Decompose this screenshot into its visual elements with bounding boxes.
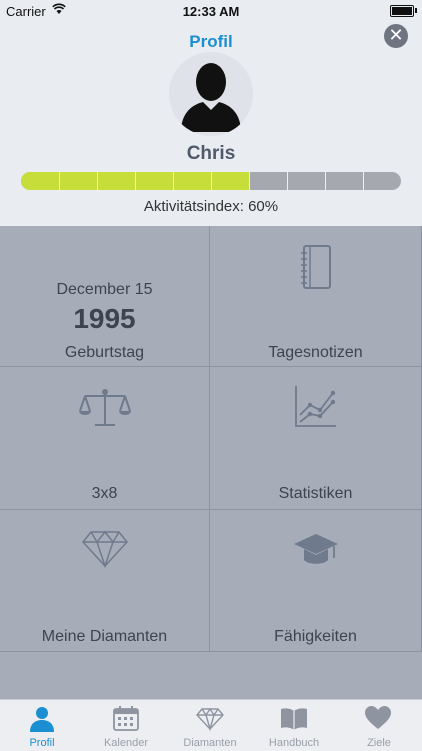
- diamond-icon: [196, 704, 224, 732]
- stats-tile[interactable]: Statistiken: [210, 367, 422, 510]
- birthday-label: Geburtstag: [64, 344, 145, 361]
- avatar[interactable]: [169, 52, 253, 136]
- activity-progress-bar: [21, 172, 401, 190]
- progress-segment-divider: [59, 172, 60, 190]
- progress-segment-divider: [249, 172, 250, 190]
- progress-segment-divider: [287, 172, 288, 190]
- stats-label: Statistiken: [278, 485, 353, 502]
- status-bar: Carrier 12:33 AM: [0, 0, 422, 22]
- progress-segment-divider: [173, 172, 174, 190]
- clock: 12:33 AM: [182, 4, 240, 19]
- tab-profil[interactable]: Profil: [0, 700, 84, 751]
- page-title: Profil: [189, 32, 233, 51]
- skills-label: Fähigkeiten: [274, 628, 357, 645]
- heart-icon: [364, 704, 392, 732]
- tab-bar: Profil Kalender Diamanten Handbuch Ziele: [0, 699, 422, 751]
- birthday-tile[interactable]: December 15 1995 Geburtstag: [0, 226, 210, 367]
- person-icon: [28, 704, 56, 732]
- progress-segment-divider: [135, 172, 136, 190]
- skills-tile[interactable]: Fähigkeiten: [210, 510, 422, 652]
- activity-index-label: Aktivitätsindex: 60%: [143, 198, 279, 215]
- progress-segment-divider: [363, 172, 364, 190]
- user-name: Chris: [186, 143, 236, 164]
- chart-icon: [293, 383, 339, 434]
- tab-ziele[interactable]: Ziele: [336, 700, 422, 751]
- tab-label: Kalender: [103, 737, 149, 749]
- tab-label: Ziele: [367, 737, 391, 749]
- diamond-icon: [81, 530, 129, 573]
- person-silhouette-icon: [181, 63, 241, 132]
- graduation-cap-icon: [292, 532, 340, 573]
- progress-segment-divider: [97, 172, 98, 190]
- birthday-year: 1995: [73, 303, 136, 334]
- birthday-date: December 15: [56, 281, 153, 298]
- tab-label: Handbuch: [268, 737, 320, 749]
- progress-segment-divider: [325, 172, 326, 190]
- tab-kalender[interactable]: Kalender: [84, 700, 168, 751]
- battery-icon: [390, 5, 414, 17]
- tab-label: Diamanten: [183, 737, 237, 749]
- calendar-icon: [112, 704, 140, 732]
- tab-diamanten[interactable]: Diamanten: [168, 700, 252, 751]
- book-icon: [280, 704, 308, 732]
- profile-header: Profil ✕ Chris Aktivitätsindex: 60%: [0, 22, 422, 226]
- close-button[interactable]: ✕: [384, 24, 408, 48]
- notes-tile[interactable]: Tagesnotizen: [210, 226, 422, 367]
- diamonds-label: Meine Diamanten: [41, 628, 168, 645]
- battery-tip: [415, 8, 417, 13]
- notes-label: Tagesnotizen: [268, 344, 363, 361]
- profile-grid: December 15 1995 Geburtstag Tagesnotizen: [0, 226, 422, 699]
- tab-handbuch[interactable]: Handbuch: [252, 700, 336, 751]
- scales-icon: [78, 387, 131, 434]
- balance-label: 3x8: [91, 485, 118, 502]
- diamonds-tile[interactable]: Meine Diamanten: [0, 510, 210, 652]
- notebook-icon: [299, 244, 333, 295]
- progress-segment-divider: [211, 172, 212, 190]
- balance-tile[interactable]: 3x8: [0, 367, 210, 510]
- tab-label: Profil: [29, 737, 55, 749]
